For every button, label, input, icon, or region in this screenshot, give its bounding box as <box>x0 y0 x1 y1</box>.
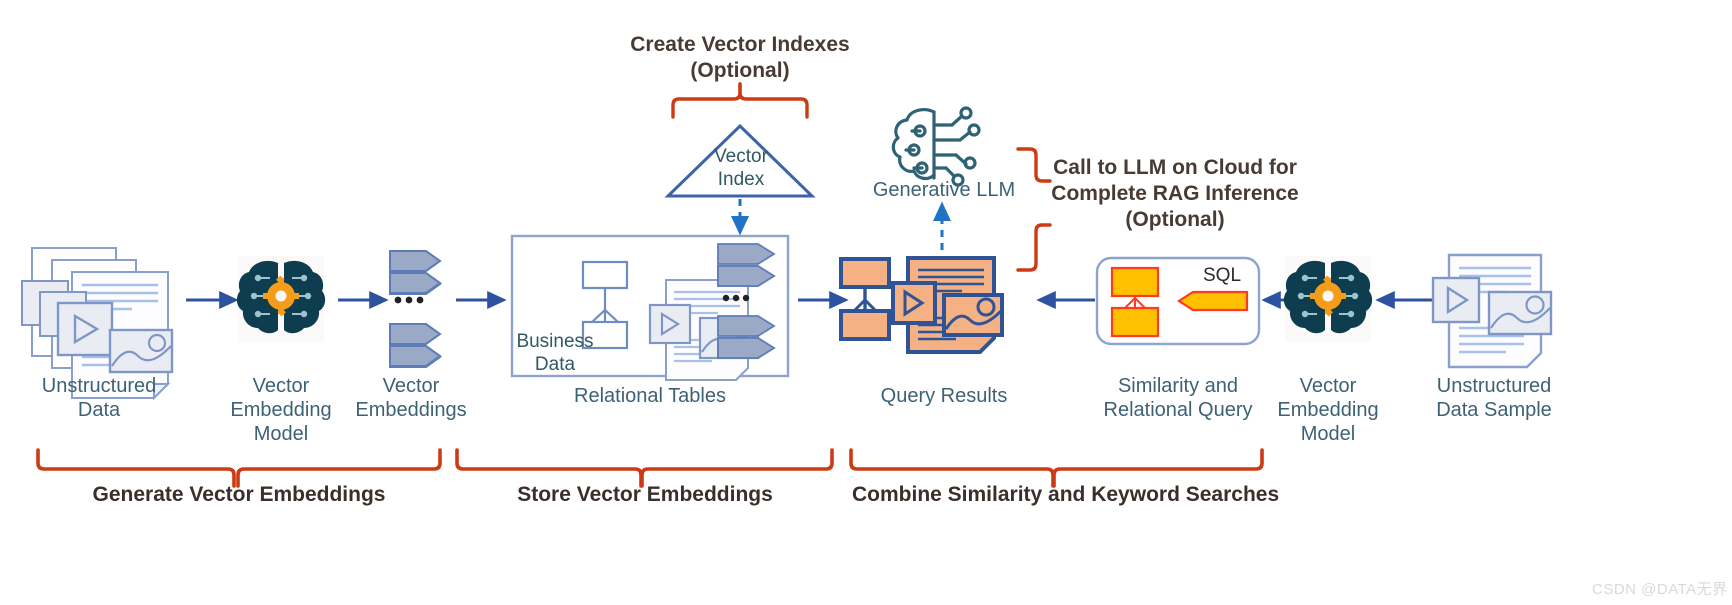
label-generative-llm: Generative LLM <box>872 179 1016 201</box>
bracket-combine-searches <box>849 448 1264 488</box>
label-relational-tables: Relational Tables <box>574 385 726 407</box>
generative-brain-icon <box>891 106 981 187</box>
phase-combine-searches: Combine Similarity and Keyword Searches <box>852 483 1280 506</box>
label-vector-embedding-model-right: Vector Embedding Model <box>1277 375 1379 445</box>
bracket-generate-vector-embeddings <box>36 448 442 488</box>
label-unstructured-data-sample: Unstructured Data Sample <box>1436 375 1552 421</box>
query-results-icon <box>839 256 1004 354</box>
label-vector-index: Vector Index <box>714 146 768 190</box>
heading-create-vector-indexes: Create Vector Indexes (Optional) <box>630 33 850 82</box>
heading-call-to-llm: Call to LLM on Cloud for Complete RAG In… <box>1051 156 1299 231</box>
brain-chip-icon-right <box>1283 256 1373 342</box>
diagram-graphics <box>21 82 1553 488</box>
phase-store-vector-embeddings: Store Vector Embeddings <box>517 483 773 506</box>
bracket-store-vector-embeddings <box>455 448 834 488</box>
phase-generate-vector-embeddings: Generate Vector Embeddings <box>92 483 386 506</box>
bracket-create-vector-indexes <box>671 82 809 119</box>
label-vector-embeddings: Vector Embeddings <box>355 375 467 421</box>
label-query-results: Query Results <box>880 385 1008 407</box>
label-sql-badge: SQL <box>1203 265 1242 286</box>
diagram-canvas: Create Vector Indexes (Optional) Call to… <box>0 0 1732 605</box>
watermark: CSDN @DATA无界 <box>1592 581 1728 598</box>
document-sample-icon <box>1431 253 1553 369</box>
brain-chip-icon-left <box>236 256 326 342</box>
label-similarity-relational-query: Similarity and Relational Query <box>1103 375 1253 421</box>
label-unstructured-data: Unstructured Data <box>41 375 157 421</box>
label-vector-embedding-model-left: Vector Embedding Model <box>230 375 332 445</box>
vector-arrow-stack-icon <box>389 250 442 368</box>
label-business-data: Business Data <box>516 331 594 375</box>
